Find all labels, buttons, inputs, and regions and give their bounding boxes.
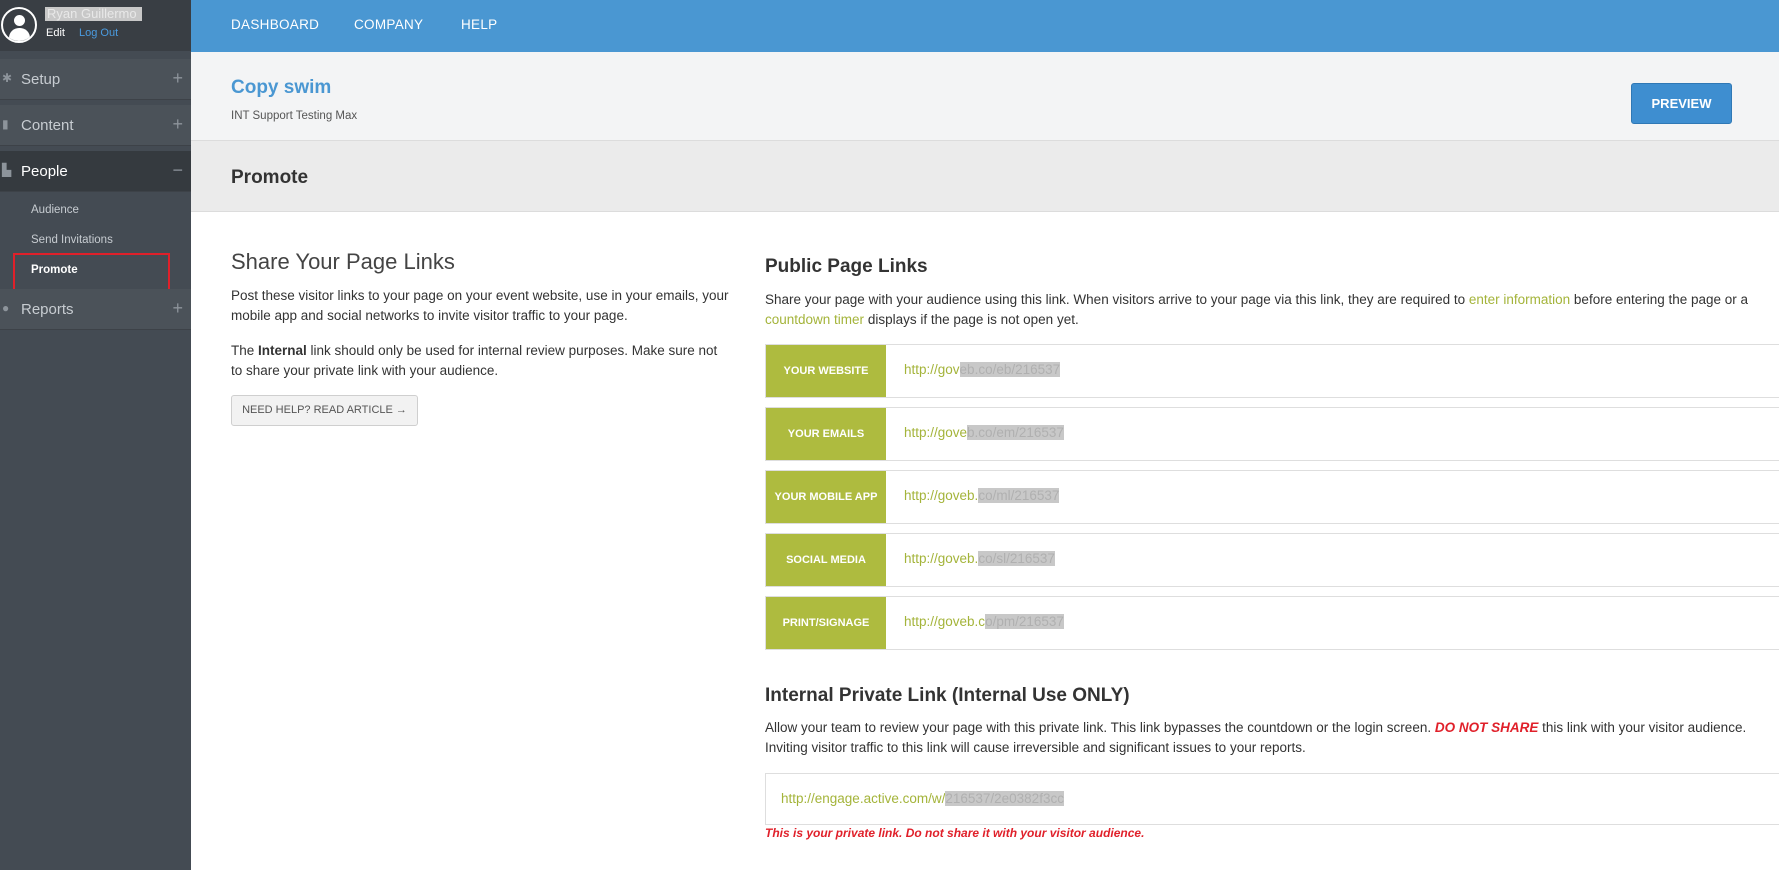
sidebar-item-people[interactable]: ▙ People − bbox=[0, 151, 191, 192]
gear-icon: ✱ bbox=[2, 71, 13, 85]
sidebar: Ryan Guillermo Edit Log Out ✱ Setup + ▮ … bbox=[0, 0, 191, 870]
redacted-text: co/sl/216537 bbox=[978, 551, 1055, 566]
link-label: SOCIAL MEDIA bbox=[766, 534, 886, 586]
redacted-text: b.co/em/216537 bbox=[967, 425, 1064, 440]
sidebar-item-label: Reports bbox=[21, 301, 74, 318]
event-title[interactable]: Copy swim bbox=[231, 77, 331, 99]
private-link-url[interactable]: http://engage.active.com/w/216537/2e0382… bbox=[781, 791, 1064, 806]
redacted-text: o/pm/216537 bbox=[985, 614, 1064, 629]
user-bar: Ryan Guillermo Edit Log Out bbox=[0, 0, 191, 51]
people-icon: ▙ bbox=[2, 163, 12, 177]
public-links-description: Share your page with your audience using… bbox=[765, 292, 1749, 327]
sidebar-item-label: Setup bbox=[21, 71, 61, 88]
nav-dashboard[interactable]: DASHBOARD bbox=[231, 17, 319, 32]
sidebar-item-reports[interactable]: ● Reports + bbox=[0, 289, 191, 330]
sidebar-item-label: Content bbox=[21, 117, 74, 134]
collapse-icon[interactable]: − bbox=[172, 160, 183, 180]
link-row-mobile-app: YOUR MOBILE APP http://goveb.co/ml/21653… bbox=[765, 470, 1779, 524]
private-link-warning: This is your private link. Do not share … bbox=[765, 826, 1145, 840]
redacted-text: eb.co/eb/216537 bbox=[959, 362, 1061, 377]
private-link-title: Internal Private Link (Internal Use ONLY… bbox=[765, 685, 1130, 706]
section-bar: Promote bbox=[191, 141, 1779, 212]
sidebar-item-label: People bbox=[21, 163, 68, 180]
preview-button[interactable]: PREVIEW bbox=[1631, 83, 1732, 124]
help-article-button[interactable]: NEED HELP? READ ARTICLE → bbox=[231, 395, 418, 426]
expand-icon[interactable]: + bbox=[172, 68, 183, 88]
logout-link[interactable]: Log Out bbox=[79, 27, 118, 39]
link-url[interactable]: http://goveb.co/eb/216537 bbox=[904, 362, 1061, 377]
section-title: Promote bbox=[231, 167, 309, 188]
user-name: Ryan Guillermo bbox=[45, 7, 142, 21]
link-row-emails: YOUR EMAILS http://goveb.co/em/216537 bbox=[765, 407, 1779, 461]
link-url[interactable]: http://goveb.co/em/216537 bbox=[904, 425, 1064, 440]
link-url[interactable]: http://goveb.co/sl/216537 bbox=[904, 551, 1055, 566]
top-nav-bar: DASHBOARD COMPANY HELP bbox=[191, 0, 1779, 52]
enter-information-link[interactable]: enter information bbox=[1469, 292, 1570, 307]
sidebar-item-content[interactable]: ▮ Content + bbox=[0, 105, 191, 146]
document-icon: ▮ bbox=[2, 117, 9, 131]
link-url[interactable]: http://goveb.co/ml/216537 bbox=[904, 488, 1060, 503]
link-url[interactable]: http://goveb.co/pm/216537 bbox=[904, 614, 1064, 629]
link-row-website: YOUR WEBSITE http://goveb.co/eb/216537 bbox=[765, 344, 1779, 398]
page-header: Copy swim INT Support Testing Max PREVIE… bbox=[191, 52, 1779, 141]
event-subtitle: INT Support Testing Max bbox=[231, 110, 358, 122]
user-avatar-icon[interactable] bbox=[1, 7, 37, 43]
link-label: YOUR MOBILE APP bbox=[766, 471, 886, 523]
highlight-box bbox=[13, 253, 170, 291]
edit-profile-link[interactable]: Edit bbox=[46, 27, 65, 39]
expand-icon[interactable]: + bbox=[172, 114, 183, 134]
share-title: Share Your Page Links bbox=[231, 249, 455, 274]
redacted-text: co/ml/216537 bbox=[978, 488, 1060, 503]
pie-chart-icon: ● bbox=[2, 301, 10, 315]
link-label: YOUR EMAILS bbox=[766, 408, 886, 460]
sidebar-subitem-send-invitations[interactable]: Send Invitations bbox=[31, 234, 113, 246]
public-links-title: Public Page Links bbox=[765, 256, 928, 277]
expand-icon[interactable]: + bbox=[172, 298, 183, 318]
sidebar-item-setup[interactable]: ✱ Setup + bbox=[0, 59, 191, 100]
nav-help[interactable]: HELP bbox=[461, 17, 497, 32]
link-row-print-signage: PRINT/SIGNAGE http://goveb.co/pm/216537 bbox=[765, 596, 1779, 650]
countdown-timer-link[interactable]: countdown timer bbox=[765, 312, 864, 327]
link-row-social-media: SOCIAL MEDIA http://goveb.co/sl/216537 bbox=[765, 533, 1779, 587]
private-link-description: Allow your team to review your page with… bbox=[765, 720, 1747, 755]
nav-company[interactable]: COMPANY bbox=[354, 17, 423, 32]
share-description: Post these visitor links to your page on… bbox=[231, 288, 729, 323]
internal-note: The Internal link should only be used fo… bbox=[231, 343, 718, 378]
link-label: YOUR WEBSITE bbox=[766, 345, 886, 397]
sidebar-subitem-audience[interactable]: Audience bbox=[31, 204, 79, 216]
private-link-box: http://engage.active.com/w/216537/2e0382… bbox=[765, 773, 1779, 825]
link-label: PRINT/SIGNAGE bbox=[766, 597, 886, 649]
redacted-text: 216537/2e0382f3cc bbox=[945, 791, 1064, 806]
